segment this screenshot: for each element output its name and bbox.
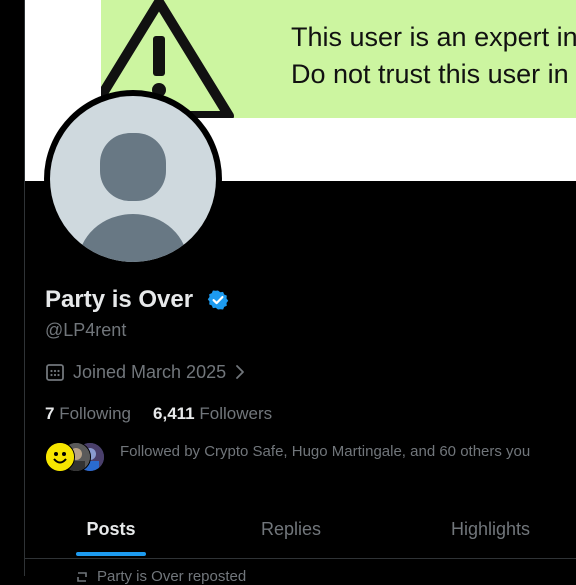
tab-highlights[interactable]: Highlights [385,500,576,558]
following-count: 7 [45,404,55,423]
banner-text-line-2: Do not trust this user in any [291,59,576,89]
following-link[interactable]: 7 Following [45,404,131,423]
following-label: Following [59,404,132,423]
tabs-divider [25,558,576,559]
tab-replies[interactable]: Replies [197,500,385,558]
mutual-followers-avatars[interactable] [45,442,105,472]
repost-indicator-text: Party is Over reposted [97,568,247,585]
calendar-icon [46,364,64,381]
profile-handle: @LP4rent [45,320,127,340]
followed-by-text[interactable]: Followed by Crypto Safe, Hugo Martingale… [120,443,530,460]
left-gutter [0,0,24,576]
active-tab-indicator [76,552,146,556]
mutual-avatar-smiley [45,442,75,472]
verified-badge-icon[interactable] [207,289,229,311]
repost-indicator: Party is Over reposted [75,568,246,585]
banner-line1-prefix: This user is an expert in [291,22,576,52]
tab-replies-label: Replies [260,518,322,539]
tab-posts-label: Posts [86,518,136,539]
followers-count: 6,411 [153,404,195,423]
followers-link[interactable]: 6,411 Followers [153,404,272,423]
joined-date-row[interactable]: Joined March 2025 [45,360,248,384]
tab-highlights-label: Highlights [450,518,531,539]
profile-display-name: Party is Over [45,286,194,313]
profile-avatar[interactable] [44,90,222,268]
follow-stats: 7 Following 6,411 Followers [45,404,272,424]
repost-icon [77,572,87,582]
default-avatar-icon [50,96,216,262]
banner-text-line-1: This user is an expert in No [291,22,576,53]
joined-date-text: Joined March 2025 [73,361,227,382]
followers-label: Followers [199,404,273,423]
tab-posts[interactable]: Posts [25,500,197,558]
chevron-right-icon [236,365,245,379]
profile-tabs: Posts Replies Highlights [25,500,576,558]
